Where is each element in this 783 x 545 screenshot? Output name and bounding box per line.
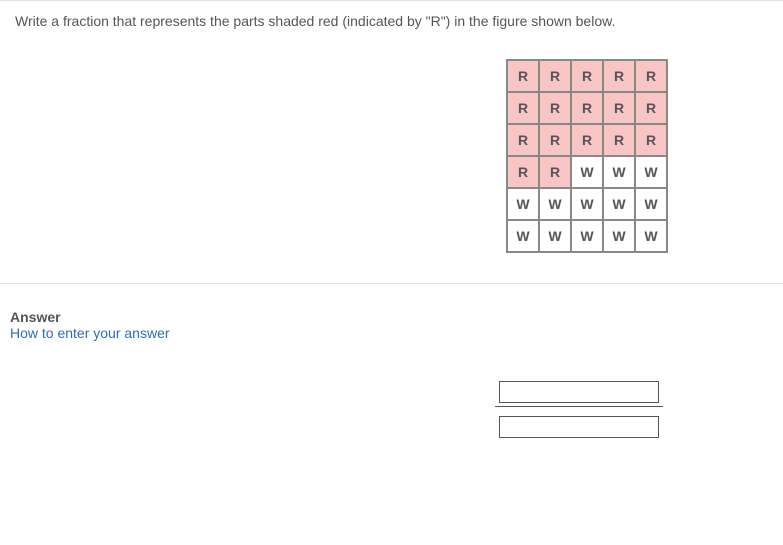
grid-cell: R <box>636 93 666 123</box>
help-link[interactable]: How to enter your answer <box>10 325 768 341</box>
grid-cell: R <box>572 125 602 155</box>
grid-cell: R <box>604 61 634 91</box>
denominator-input[interactable] <box>499 416 659 438</box>
grid-cell: W <box>572 157 602 187</box>
grid-cell: R <box>604 125 634 155</box>
grid-cell: R <box>508 61 538 91</box>
grid-cell: R <box>572 93 602 123</box>
answer-section: Answer How to enter your answer <box>0 284 783 468</box>
fraction-box <box>495 381 663 438</box>
grid-cell: R <box>572 61 602 91</box>
answer-label: Answer <box>10 309 768 325</box>
grid-cell: W <box>636 157 666 187</box>
question-section: Write a fraction that represents the par… <box>0 0 783 284</box>
grid-cell: W <box>540 221 570 251</box>
grid-cell: W <box>540 189 570 219</box>
grid-cell: R <box>636 125 666 155</box>
grid-cell: W <box>508 189 538 219</box>
grid-cell: W <box>572 189 602 219</box>
fraction-input-container <box>10 381 768 438</box>
grid-cell: R <box>508 125 538 155</box>
grid-cell: R <box>508 157 538 187</box>
question-text: Write a fraction that represents the par… <box>15 13 768 29</box>
grid-cell: W <box>572 221 602 251</box>
numerator-input[interactable] <box>499 381 659 403</box>
grid-cell: W <box>604 157 634 187</box>
grid-cell: R <box>540 93 570 123</box>
grid-cell: R <box>540 157 570 187</box>
grid-cell: R <box>508 93 538 123</box>
fraction-grid: RRRRRRRRRRRRRRRRRWWWWWWWWWWWWW <box>506 59 668 253</box>
grid-cell: R <box>604 93 634 123</box>
grid-cell: W <box>636 189 666 219</box>
grid-cell: W <box>508 221 538 251</box>
grid-cell: W <box>636 221 666 251</box>
grid-cell: R <box>636 61 666 91</box>
figure-container: RRRRRRRRRRRRRRRRRWWWWWWWWWWWWW <box>15 59 768 253</box>
grid-cell: R <box>540 125 570 155</box>
grid-cell: R <box>540 61 570 91</box>
grid-cell: W <box>604 189 634 219</box>
grid-cell: W <box>604 221 634 251</box>
fraction-line <box>495 406 663 407</box>
